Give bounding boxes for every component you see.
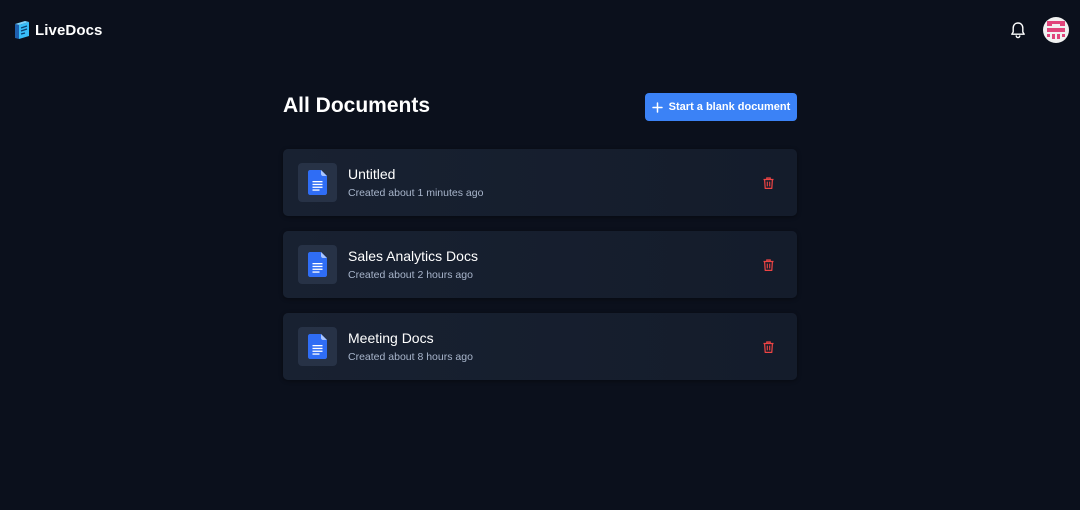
delete-document-button[interactable]	[761, 340, 775, 354]
document-icon-container	[298, 245, 337, 284]
start-blank-document-button[interactable]: Start a blank document	[645, 93, 797, 121]
page-title: All Documents	[283, 94, 431, 117]
document-icon-container	[298, 327, 337, 366]
document-title[interactable]: Meeting Docs	[348, 330, 434, 346]
document-created-time: Created about 1 minutes ago	[348, 187, 484, 199]
document-icon	[308, 334, 327, 359]
trash-icon	[763, 259, 773, 271]
brand-name: LiveDocs	[35, 21, 103, 39]
document-icon	[308, 252, 327, 277]
plus-icon	[651, 101, 663, 113]
livedocs-logo-icon	[15, 21, 29, 39]
document-card[interactable]: Meeting Docs Created about 8 hours ago	[283, 313, 797, 380]
document-list: Untitled Created about 1 minutes ago Sal…	[283, 149, 797, 395]
bell-icon[interactable]	[1008, 20, 1028, 40]
trash-icon	[763, 177, 773, 189]
document-icon	[308, 170, 327, 195]
brand-logo[interactable]: LiveDocs	[12, 19, 103, 41]
document-card[interactable]: Untitled Created about 1 minutes ago	[283, 149, 797, 216]
document-card[interactable]: Sales Analytics Docs Created about 2 hou…	[283, 231, 797, 298]
document-created-time: Created about 2 hours ago	[348, 269, 473, 281]
top-header: LiveDocs	[0, 0, 1080, 62]
documents-section: All Documents Start a blank document Unt…	[283, 86, 797, 380]
document-created-time: Created about 8 hours ago	[348, 351, 473, 363]
trash-icon	[763, 341, 773, 353]
title-row: All Documents Start a blank document	[283, 86, 797, 126]
start-blank-document-label: Start a blank document	[668, 101, 791, 113]
document-title[interactable]: Untitled	[348, 166, 395, 182]
avatar-pattern-icon	[1043, 17, 1069, 43]
delete-document-button[interactable]	[761, 258, 775, 272]
document-icon-container	[298, 163, 337, 202]
document-title[interactable]: Sales Analytics Docs	[348, 248, 478, 264]
delete-document-button[interactable]	[761, 176, 775, 190]
user-avatar[interactable]	[1043, 17, 1069, 43]
